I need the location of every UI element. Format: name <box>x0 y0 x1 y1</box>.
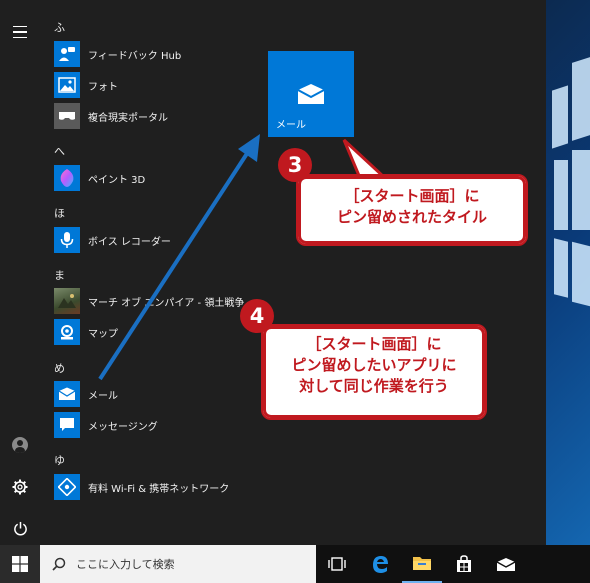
start-button[interactable] <box>0 545 40 583</box>
store-bag-icon <box>457 555 471 572</box>
callout-4-line-2: ピン留めしたいアプリに <box>291 356 457 374</box>
file-explorer-button[interactable] <box>402 545 442 583</box>
callout-3-pointer <box>342 138 389 180</box>
windows-logo-icon <box>12 556 28 572</box>
file-explorer-icon <box>413 557 431 570</box>
task-view-icon <box>328 557 346 571</box>
callout-4: ［スタート画面］に ピン留めしたいアプリに 対して同じ作業を行う <box>261 324 487 420</box>
callout-4-line-3: 対して同じ作業を行う <box>299 377 449 395</box>
callout-3-line-2: ピン留めされたタイル <box>336 208 487 226</box>
callout-4-line-1: ［スタート画面］に <box>306 335 442 353</box>
callout-3-line-1: ［スタート画面］に <box>344 187 480 205</box>
step-badge-3: 3 <box>278 148 312 182</box>
mail-icon <box>496 557 516 571</box>
edge-button[interactable] <box>360 545 400 583</box>
search-placeholder: ここに入力して検索 <box>76 558 175 571</box>
taskbar: ここに入力して検索 <box>0 545 590 583</box>
mail-taskbar-button[interactable] <box>486 545 526 583</box>
edge-browser-icon <box>373 556 388 573</box>
task-view-button[interactable] <box>318 545 356 583</box>
step-badge-4: 4 <box>240 299 274 333</box>
store-button[interactable] <box>444 545 484 583</box>
search-icon <box>52 557 66 571</box>
search-box[interactable]: ここに入力して検索 <box>40 545 316 583</box>
callout-3: ［スタート画面］に ピン留めされたタイル <box>296 174 528 246</box>
